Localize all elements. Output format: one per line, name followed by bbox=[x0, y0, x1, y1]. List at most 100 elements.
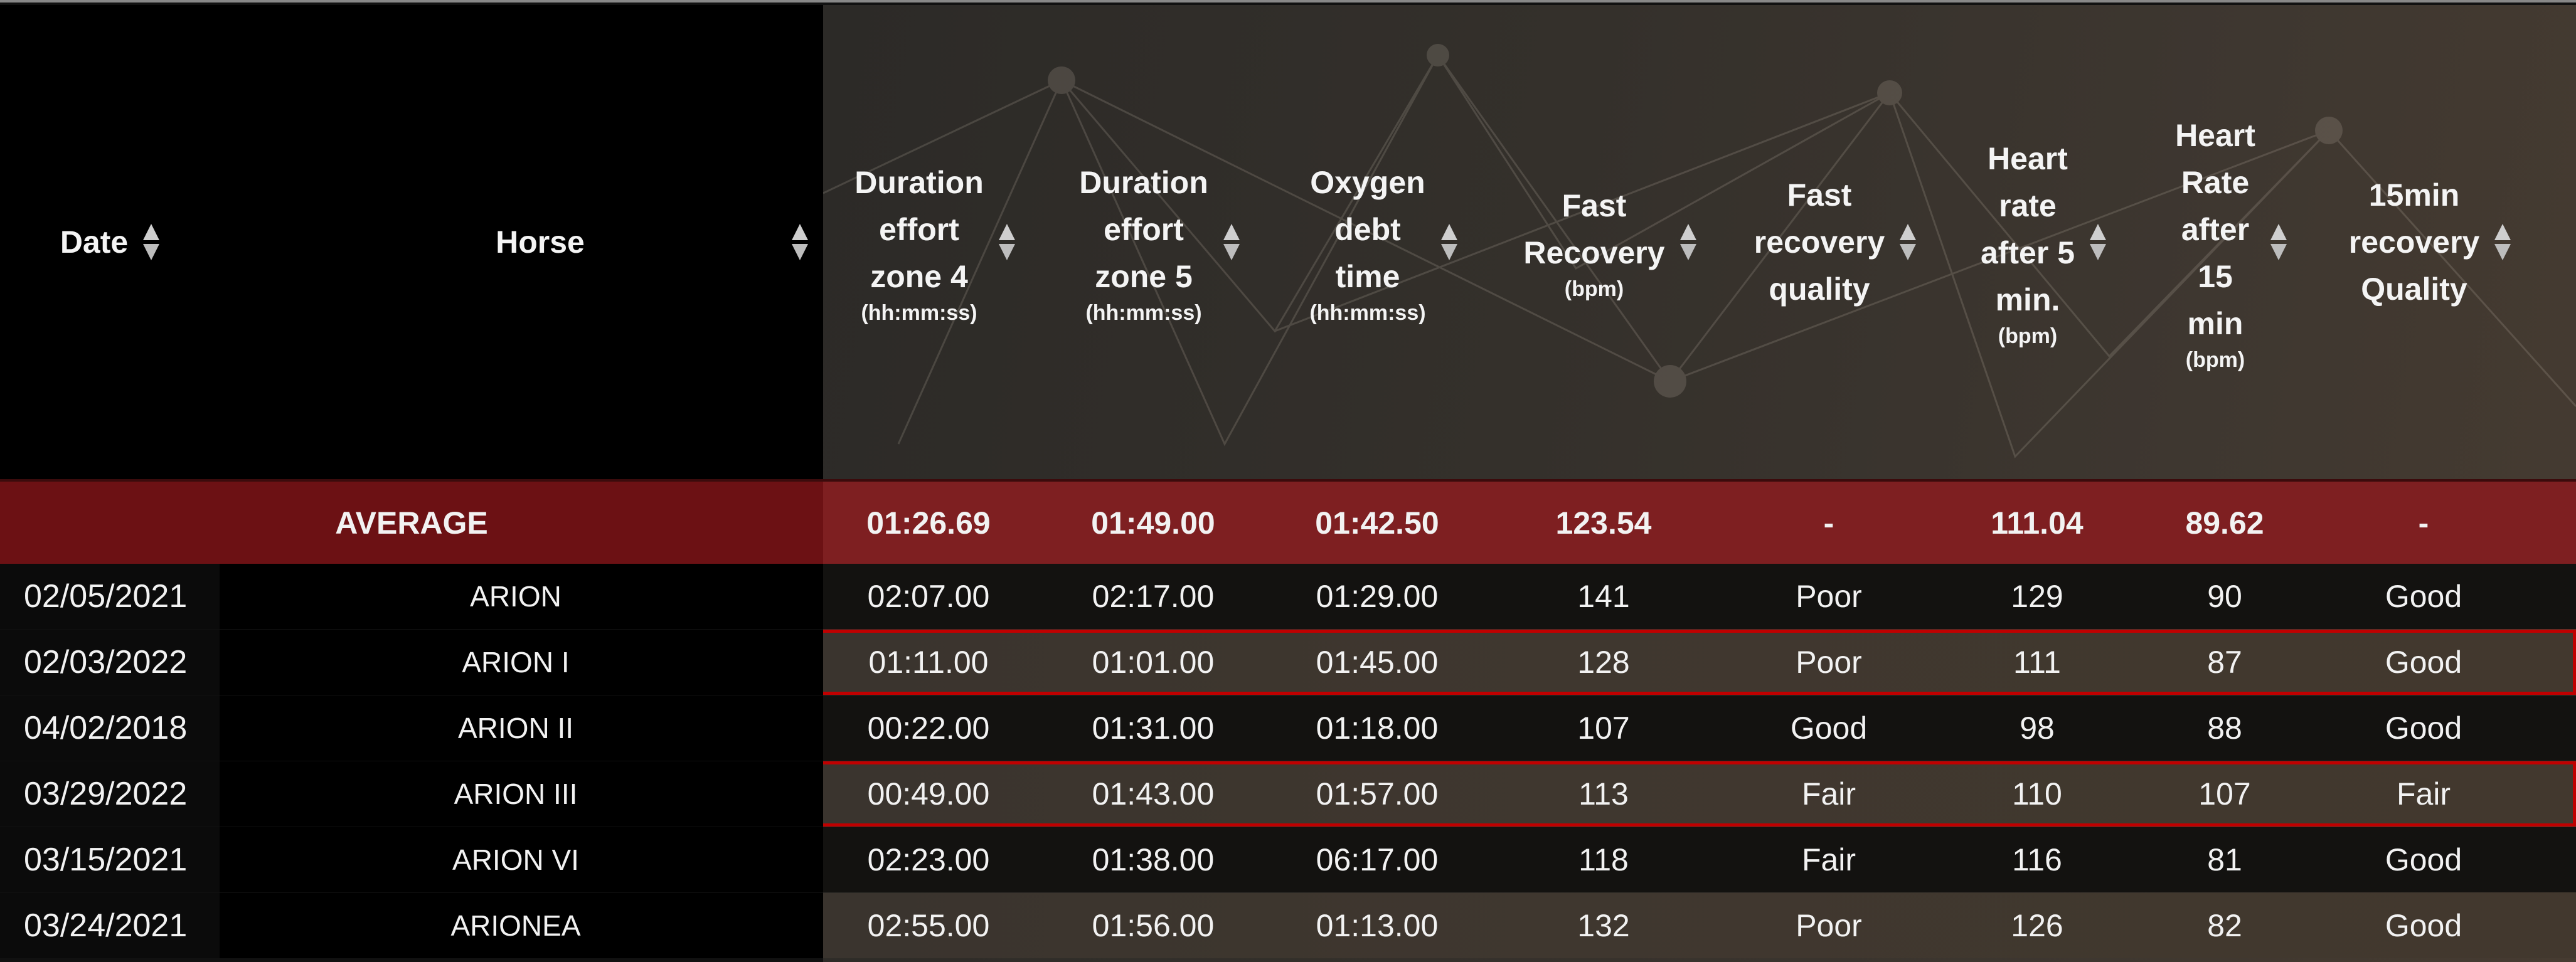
cell-hr-5min: 111 bbox=[2013, 645, 2061, 680]
column-header-label: 15min recovery Quality bbox=[2349, 172, 2480, 313]
header-line: recovery bbox=[2348, 224, 2480, 260]
sort-updown-icon[interactable] bbox=[2494, 224, 2511, 260]
table-row[interactable]: 03/15/2021 ARION VI 02:23.00 01:38.00 06:17.… bbox=[0, 827, 2576, 892]
header-unit: (hh:mm:ss) bbox=[1085, 300, 1202, 325]
cell-dur-z5: 01:31.00 bbox=[1092, 711, 1215, 746]
sort-updown-icon[interactable] bbox=[143, 224, 160, 260]
results-table: Date Horse Duration effort zone 4 (hh:mm:ss… bbox=[0, 0, 2576, 962]
cell-horse[interactable]: ARION bbox=[220, 564, 812, 629]
sort-updown-icon[interactable] bbox=[2090, 224, 2107, 260]
sort-updown-icon[interactable] bbox=[1679, 224, 1696, 260]
sort-updown-icon[interactable] bbox=[792, 224, 808, 260]
header-line: zone 4 bbox=[870, 258, 968, 294]
column-header-heart-rate-15min[interactable]: Heart Rate after 15 min (bpm) bbox=[2118, 5, 2344, 479]
sort-updown-icon[interactable] bbox=[998, 224, 1015, 260]
column-header-label: Heart Rate after 15 min (bpm) bbox=[2175, 112, 2255, 373]
cell-hr-15min: 81 bbox=[2207, 842, 2242, 877]
column-header-label: Heart rate after 5 min. (bpm) bbox=[1981, 135, 2075, 349]
header-line: time bbox=[1335, 258, 1400, 294]
cell-date: 02/03/2022 bbox=[24, 644, 188, 680]
header-unit: (bpm) bbox=[2185, 347, 2245, 372]
header-line: Oxygen bbox=[1310, 164, 1425, 200]
table-row[interactable]: 03/24/2021 ARIONEA 02:55.00 01:56.00 01:13.0… bbox=[0, 893, 2576, 958]
header-unit: (hh:mm:ss) bbox=[861, 300, 977, 325]
header-unit: (bpm) bbox=[1564, 277, 1624, 301]
cell-15min-quality: Good bbox=[2385, 842, 2462, 877]
sort-updown-icon[interactable] bbox=[2270, 224, 2287, 260]
column-header-duration-zone5[interactable]: Duration effort zone 5 (hh:mm:ss) bbox=[1046, 5, 1272, 479]
average-15min-quality: - bbox=[2418, 505, 2429, 541]
column-header-oxygen-debt-time[interactable]: Oxygen debt time (hh:mm:ss) bbox=[1270, 5, 1496, 479]
header-line: Heart bbox=[2175, 117, 2255, 153]
average-fast-recovery: 123.54 bbox=[1555, 505, 1652, 541]
column-header-recovery-quality-15min[interactable]: 15min recovery Quality bbox=[2317, 5, 2543, 479]
column-header-label: Horse bbox=[496, 224, 585, 260]
cell-horse[interactable]: ARION I bbox=[220, 630, 812, 695]
header-line: min. bbox=[1995, 282, 2060, 317]
column-header-duration-zone4[interactable]: Duration effort zone 4 (hh:mm:ss) bbox=[822, 5, 1048, 479]
cell-hr-15min: 82 bbox=[2207, 908, 2242, 943]
cell-fast-recovery-quality: Poor bbox=[1796, 579, 1862, 614]
header-line: Heart bbox=[1988, 141, 2068, 176]
header-line: after 5 bbox=[1980, 235, 2075, 270]
column-header-label: Duration effort zone 4 (hh:mm:ss) bbox=[854, 159, 984, 325]
cell-fast-recovery: 132 bbox=[1577, 908, 1630, 943]
average-hr-5min: 111.04 bbox=[1991, 505, 2084, 541]
cell-hr-15min: 107 bbox=[2198, 776, 2251, 811]
average-dur-z5: 01:49.00 bbox=[1091, 505, 1215, 541]
column-header-label: Fast Recovery (bpm) bbox=[1523, 182, 1664, 302]
cell-hr-5min: 110 bbox=[2012, 776, 2062, 811]
header-line: Rate bbox=[2181, 164, 2250, 200]
header-line: zone 5 bbox=[1095, 258, 1193, 294]
cell-dur-z5: 01:01.00 bbox=[1092, 645, 1215, 680]
average-fast-recovery-quality: - bbox=[1823, 505, 1834, 541]
header-line: rate bbox=[1999, 188, 2057, 223]
sort-updown-icon[interactable] bbox=[1900, 224, 1917, 260]
cell-fast-recovery-quality: Poor bbox=[1796, 645, 1862, 680]
average-dur-z4: 01:26.69 bbox=[866, 505, 991, 541]
cell-15min-quality: Good bbox=[2385, 579, 2462, 614]
cell-fast-recovery-quality: Fair bbox=[1801, 776, 1856, 811]
sort-updown-icon[interactable] bbox=[1440, 224, 1457, 260]
cell-oxygen-debt: 01:13.00 bbox=[1316, 908, 1439, 943]
table-row[interactable]: 04/02/2018 ARION II 00:22.00 01:31.00 01:18.… bbox=[0, 695, 2576, 761]
header-line: Duration bbox=[854, 164, 984, 200]
header-line: recovery bbox=[1754, 224, 1885, 260]
header-line: 15 bbox=[2198, 258, 2233, 294]
column-header-fast-recovery[interactable]: Fast Recovery (bpm) bbox=[1497, 5, 1723, 479]
cell-15min-quality: Good bbox=[2385, 908, 2462, 943]
cell-horse[interactable]: ARION VI bbox=[220, 827, 812, 892]
cell-dur-z5: 01:43.00 bbox=[1092, 776, 1215, 811]
cell-fast-recovery-quality: Good bbox=[1790, 711, 1868, 746]
cell-dur-z4: 00:22.00 bbox=[867, 711, 990, 746]
column-header-label: Fast recovery quality bbox=[1754, 172, 1885, 313]
cell-hr-15min: 87 bbox=[2207, 645, 2242, 680]
cell-15min-quality: Good bbox=[2385, 645, 2462, 680]
table-row[interactable]: 02/05/2021 ARION 02:07.00 02:17.00 01:29.00 1… bbox=[0, 564, 2576, 629]
cell-fast-recovery: 128 bbox=[1577, 645, 1630, 680]
table-row[interactable]: 02/03/2022 ARION I 01:11.00 01:01.00 01:45.0… bbox=[0, 630, 2576, 695]
cell-horse[interactable]: ARION II bbox=[220, 695, 812, 761]
cell-horse[interactable]: ARIONEA bbox=[220, 893, 812, 958]
table-row[interactable]: 03/29/2022 ARION III 00:49.00 01:43.00 01:57… bbox=[0, 761, 2576, 827]
average-oxygen-debt: 01:42.50 bbox=[1315, 505, 1439, 541]
cell-date: 03/24/2021 bbox=[24, 907, 188, 944]
cell-hr-5min: 98 bbox=[2020, 711, 2055, 746]
column-header-label: Oxygen debt time (hh:mm:ss) bbox=[1309, 159, 1425, 325]
cell-oxygen-debt: 06:17.00 bbox=[1316, 842, 1439, 877]
column-header-date[interactable]: Date bbox=[0, 5, 220, 479]
column-header-label: Date bbox=[60, 224, 129, 260]
cell-oxygen-debt: 01:45.00 bbox=[1316, 645, 1439, 680]
header-unit: (hh:mm:ss) bbox=[1309, 300, 1426, 325]
sort-updown-icon[interactable] bbox=[1223, 224, 1240, 260]
average-row: AVERAGE 01:26.69 01:49.00 01:42.50 123.5… bbox=[0, 479, 2576, 564]
column-header-fast-recovery-quality[interactable]: Fast recovery quality bbox=[1722, 5, 1948, 479]
cell-hr-5min: 129 bbox=[2011, 579, 2063, 614]
cell-date: 04/02/2018 bbox=[24, 710, 188, 746]
header-unit: (bpm) bbox=[1998, 324, 2058, 348]
cell-fast-recovery-quality: Fair bbox=[1801, 842, 1856, 877]
cell-horse[interactable]: ARION III bbox=[220, 761, 812, 827]
cell-hr-15min: 90 bbox=[2207, 579, 2242, 614]
header-line: Duration bbox=[1079, 164, 1208, 200]
column-header-horse[interactable]: Horse bbox=[220, 5, 823, 479]
